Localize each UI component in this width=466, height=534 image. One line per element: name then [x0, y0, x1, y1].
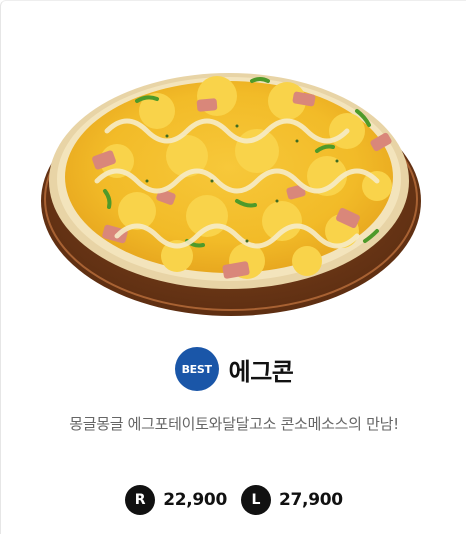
price-value-regular: 22,900	[163, 490, 227, 510]
product-name[interactable]: 에그콘	[229, 352, 294, 387]
product-card[interactable]: BEST 에그콘 몽글몽글 에그포테이토와달달고소 콘소메소스의 만남! R 2…	[0, 0, 466, 534]
size-badge-large: L	[241, 485, 271, 515]
product-title-row: BEST 에그콘	[1, 346, 466, 392]
price-item-regular[interactable]: R 22,900	[125, 485, 227, 515]
price-value-large: 27,900	[279, 490, 343, 510]
pizza-image[interactable]	[37, 41, 429, 331]
price-item-large[interactable]: L 27,900	[241, 485, 343, 515]
price-row: R 22,900 L 27,900	[1, 485, 466, 515]
size-badge-regular: R	[125, 485, 156, 515]
product-description: 몽글몽글 에그포테이토와달달고소 콘소메소스의 만남!	[69, 415, 399, 433]
best-badge: BEST	[174, 347, 219, 391]
